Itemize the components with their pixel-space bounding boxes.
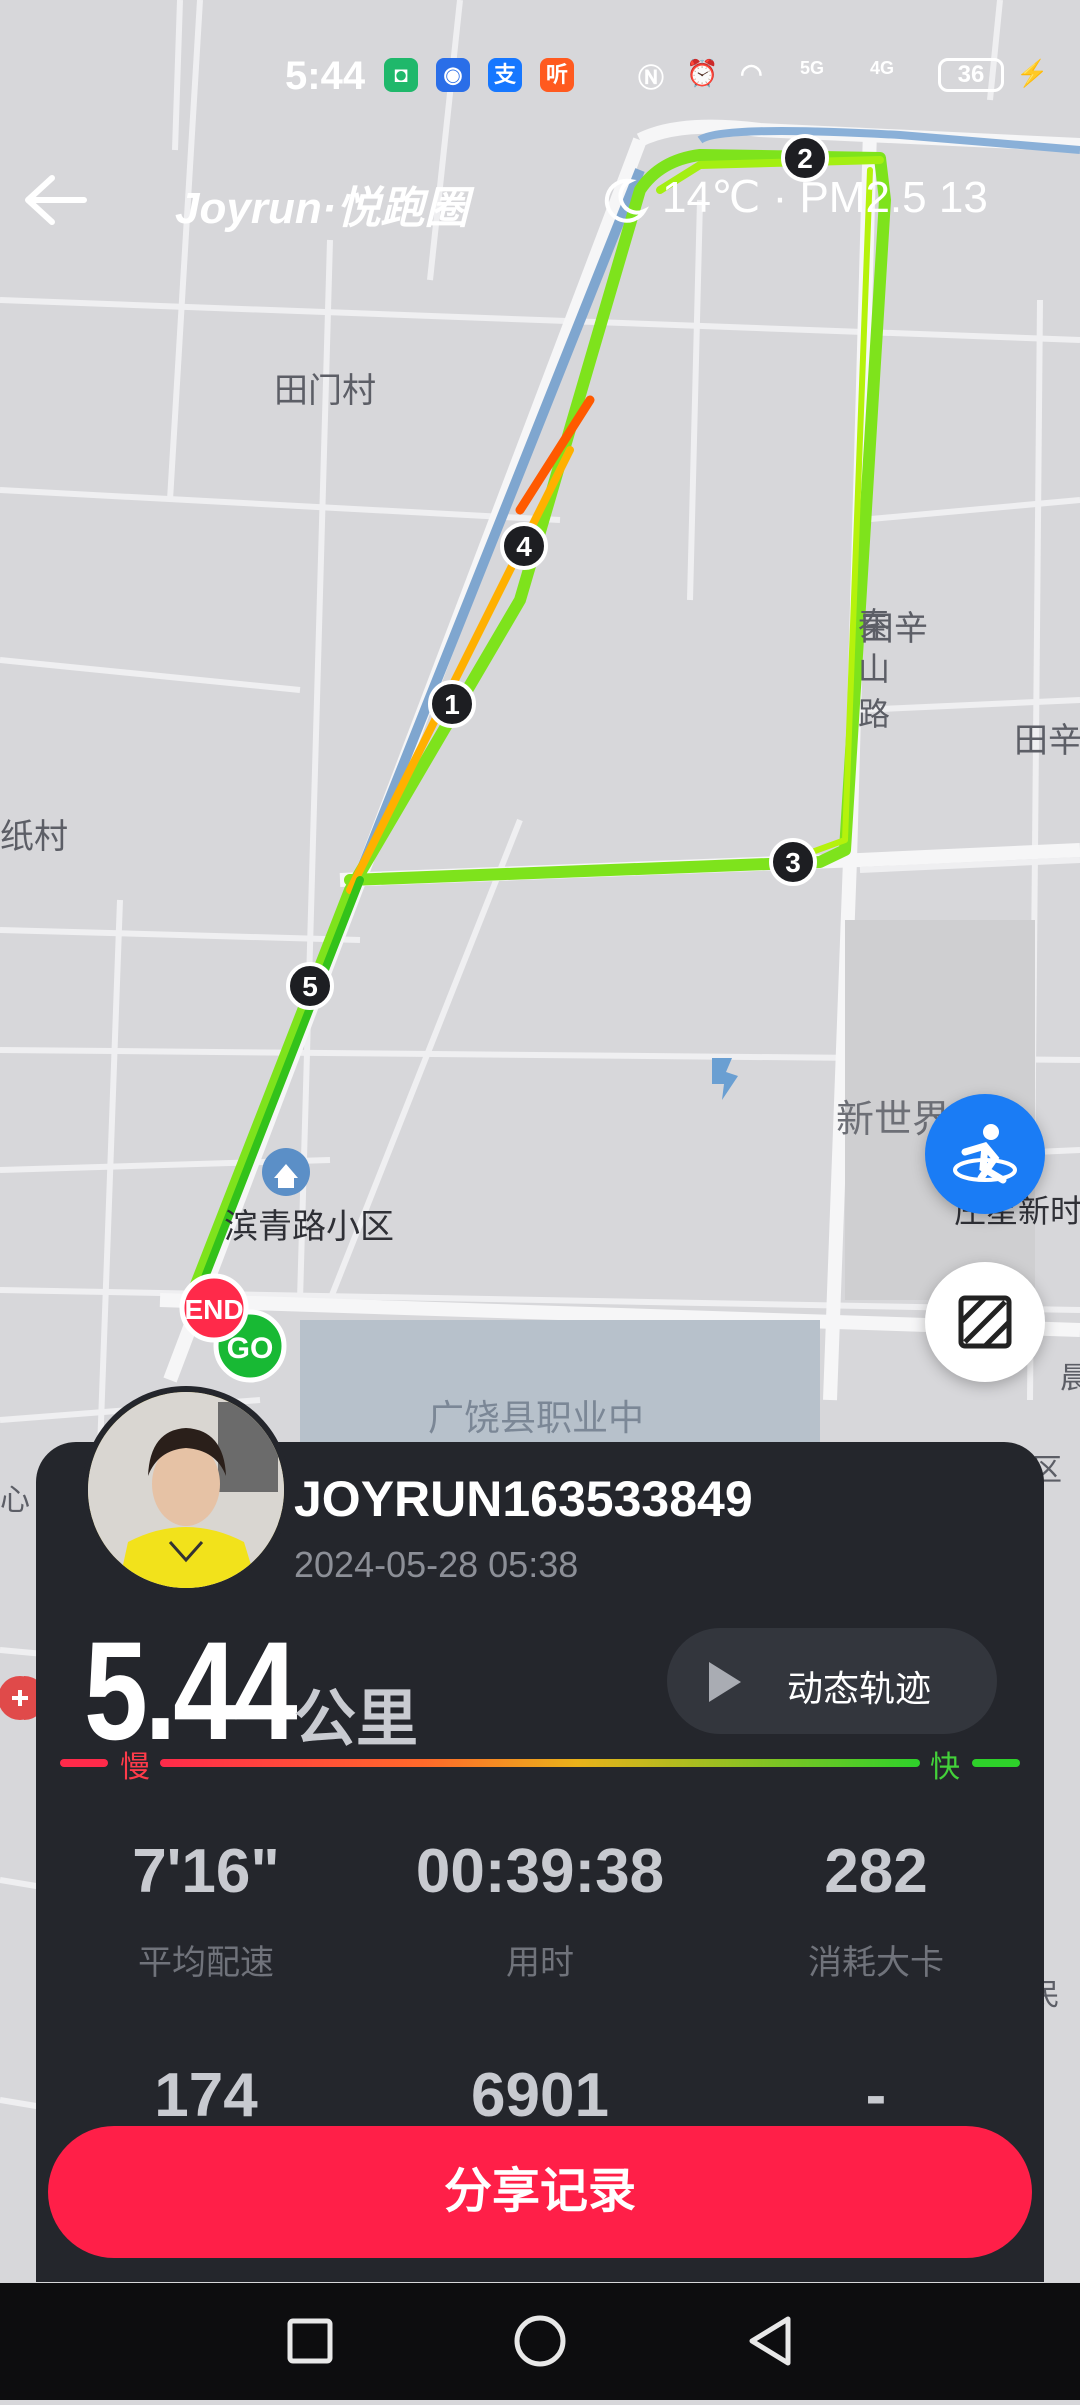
pace-slow-label: 慢 <box>120 1751 150 1784</box>
stat-label: 用时 <box>506 1944 574 1982</box>
map-layer-button[interactable] <box>925 1262 1045 1382</box>
stat-duration: 00:39:38 用时 <box>380 1836 700 1984</box>
svg-text:3: 3 <box>785 847 801 878</box>
pace-fast-label: 快 <box>930 1751 960 1784</box>
stat-avg-pace: 7'16" 平均配速 <box>46 1836 366 1984</box>
wifi-icon: ◠ <box>740 58 763 88</box>
circle-icon <box>514 2315 566 2367</box>
runner-icon <box>953 1124 1017 1184</box>
svg-text:1: 1 <box>444 689 460 720</box>
stat-calories: 282 消耗大卡 <box>716 1836 1036 1984</box>
user-photo <box>88 1392 284 1588</box>
battery-icon: 36 <box>938 58 1004 92</box>
map-toggle-icon <box>958 1295 1012 1349</box>
sport-mode-button[interactable] <box>925 1094 1045 1214</box>
distance-unit: 公里 <box>294 1685 419 1754</box>
svg-text:路: 路 <box>858 696 890 732</box>
distance-value: 5.44 <box>84 1612 298 1769</box>
svg-text:4: 4 <box>516 531 532 562</box>
place-label: 田辛 <box>1014 722 1080 760</box>
moon-icon <box>604 179 650 224</box>
stat-value: 7'16" <box>132 1837 280 1906</box>
nfc-icon: Ⓝ <box>638 63 665 93</box>
stat-extra: - <box>716 2060 1036 2131</box>
stat-value: 174 <box>154 2061 258 2130</box>
share-record-button[interactable]: 分享记录 <box>48 2126 1032 2258</box>
signal-4g-icon: 4G <box>870 58 895 78</box>
stat-steps: 6901 <box>380 2060 700 2131</box>
svg-text:END: END <box>184 1294 243 1325</box>
play-icon <box>709 1662 741 1702</box>
system-nav-bar <box>0 2283 1080 2400</box>
avatar[interactable] <box>82 1386 290 1594</box>
place-label: 晨 <box>1060 1362 1080 1395</box>
stat-value: 00:39:38 <box>415 1837 665 1906</box>
audio-app-icon: 听 <box>540 58 574 92</box>
km-marker-4[interactable]: 4 <box>500 522 548 570</box>
stat-cadence: 174 <box>46 2060 366 2131</box>
triangle-back-icon <box>749 2316 791 2366</box>
stat-label: 平均配速 <box>138 1944 274 1982</box>
road-name-vertical: 秦山路 <box>858 606 890 732</box>
top-bar: Joyrun·悦跑圈 14℃ · PM2.5 13 <box>0 160 1080 240</box>
alipay-icon: 支 <box>488 58 522 92</box>
svg-text:GO: GO <box>227 1332 274 1365</box>
alarm-icon: ⏰ <box>686 58 719 88</box>
back-button[interactable] <box>20 170 90 230</box>
km-marker-1[interactable]: 1 <box>428 680 476 728</box>
stat-value: 6901 <box>471 2061 609 2130</box>
svg-text:秦: 秦 <box>858 606 890 642</box>
home-button[interactable] <box>480 2283 600 2400</box>
place-label: 心 <box>0 1484 30 1517</box>
clock: 5:44 <box>285 54 366 98</box>
pace-gradient-bar <box>60 1759 1020 1767</box>
weather-text: 14℃ · PM2.5 13 <box>662 173 988 222</box>
app-logo: Joyrun·悦跑圈 <box>175 184 469 233</box>
square-icon <box>287 2318 333 2364</box>
charging-icon: ⚡ <box>1016 58 1049 88</box>
km-marker-3[interactable]: 3 <box>769 838 817 886</box>
track-replay-label: 动态轨迹 <box>787 1668 932 1709</box>
end-marker[interactable]: END <box>179 1273 249 1343</box>
place-label: 滨青路小区 <box>224 1208 394 1246</box>
svg-text:山: 山 <box>858 651 890 687</box>
place-label: 田门村 <box>274 372 376 410</box>
stat-label: 消耗大卡 <box>808 1944 944 1982</box>
km-marker-5[interactable]: 5 <box>286 962 334 1010</box>
weather-info: 14℃ · PM2.5 13 <box>600 172 988 225</box>
recents-button[interactable] <box>250 2283 370 2400</box>
username: JOYRUN163533849 <box>294 1471 753 1527</box>
app-notification-icon: ◉ <box>436 58 470 92</box>
svg-text:5: 5 <box>302 971 318 1002</box>
app-notification-icon: ◘ <box>384 58 418 92</box>
status-bar: 5:44 ◘ ◉ 支 听 Ⓝ ⏰ ◠ 5G 4G 36 ⚡ <box>0 48 1080 108</box>
poi-building-icon <box>262 1148 310 1196</box>
signal-5g-icon: 5G <box>800 58 825 78</box>
stat-value: 282 <box>824 1837 928 1906</box>
back-nav-button[interactable] <box>710 2283 830 2400</box>
run-datetime: 2024-05-28 05:38 <box>294 1544 579 1585</box>
track-replay-button[interactable]: 动态轨迹 <box>667 1628 997 1734</box>
stat-value: - <box>865 2061 887 2130</box>
back-arrow-icon <box>25 175 87 225</box>
place-label: 纸村 <box>0 818 68 856</box>
place-label: 广饶县职业中 <box>428 1397 644 1438</box>
